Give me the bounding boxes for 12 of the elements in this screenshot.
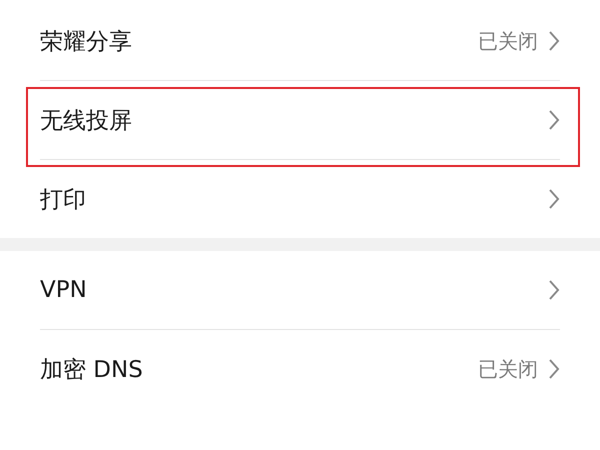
chevron-icon [548, 358, 560, 380]
chevron-icon [548, 30, 560, 52]
chevron-icon [548, 279, 560, 301]
setting-label[interactable]: 打印 [40, 184, 548, 214]
setting-label[interactable]: 荣耀分享 [40, 26, 478, 56]
setting-value: 已关闭 [478, 356, 538, 382]
setting-label[interactable]: 无线投屏 [40, 104, 548, 136]
chevron-icon [548, 188, 560, 210]
chevron-icon [548, 109, 560, 131]
setting-label[interactable]: 加密 DNS [40, 354, 478, 384]
setting-value: 已关闭 [478, 28, 538, 54]
setting-label[interactable]: VPN [40, 277, 548, 303]
